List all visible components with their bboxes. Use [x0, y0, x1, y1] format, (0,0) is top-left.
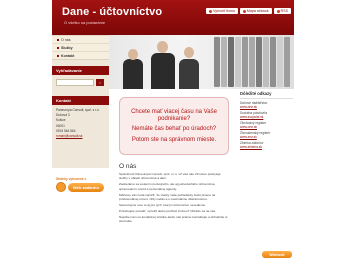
- links-heading: Dôležité odkazy: [240, 91, 293, 99]
- person-figure: [123, 59, 143, 89]
- link-url[interactable]: www.orsr.sk: [240, 125, 293, 129]
- callout-line-1: Chcete mať viacej času na Vaše podnikani…: [131, 109, 217, 122]
- about-paragraph: Samozrejme sme tu aj pre tých, ktorým úč…: [119, 202, 207, 207]
- top-link-label: RSS: [280, 9, 288, 13]
- site-header: Dane - účtovníctvo O všetko sa postaráme…: [52, 0, 294, 35]
- about-paragraph: Spoločnosť Paneuropa Consult, spol. s r.…: [119, 172, 221, 181]
- search-heading: Vyhľadávanie: [52, 66, 109, 75]
- person-figure: [151, 53, 175, 89]
- arrow-right-icon: ›: [99, 80, 101, 85]
- contact-heading: Kontakt: [52, 96, 109, 105]
- person-figure: [179, 59, 199, 89]
- link-url[interactable]: www.zbierka.sk: [240, 145, 293, 149]
- callout-line-3: Potom ste na správnom mieste.: [131, 136, 217, 143]
- link-item: Zbierka zákonov www.zbierka.sk: [240, 141, 293, 149]
- about-paragraph: Napíšte nám na kontaktnej stránke alebo …: [119, 214, 228, 224]
- about-text: Spoločnosť Paneuropa Consult, spol. s r.…: [119, 172, 229, 224]
- hero-image: [109, 35, 294, 89]
- binder-shelf-image: [214, 37, 294, 87]
- nav-item-services[interactable]: Služby: [52, 43, 109, 51]
- link-url[interactable]: www.zrsr.sk: [240, 135, 293, 139]
- create-icon-link[interactable]: Vytvoriť ikonu: [206, 8, 238, 14]
- top-link-label: Vytvoriť ikonu: [213, 9, 235, 13]
- link-item: Obchodný register www.orsr.sk: [240, 121, 293, 129]
- bullet-icon: [57, 54, 59, 57]
- link-item: Sociálna poisťovňa www.socpoist.sk: [240, 111, 293, 119]
- rss-link[interactable]: RSS: [273, 8, 291, 14]
- badge-caption: Stránky vytvorené v: [56, 177, 87, 181]
- bullet-icon: [57, 38, 59, 41]
- contact-email-link[interactable]: roman@consult.sk: [56, 134, 82, 138]
- left-sidebar: O nás Služby Kontakt Vyhľadávanie › Kont…: [52, 35, 109, 168]
- site-title[interactable]: Dane - účtovníctvo: [62, 6, 162, 18]
- rss-icon: [276, 9, 280, 13]
- link-item: Živnostenský register www.zrsr.sk: [240, 131, 293, 139]
- badge-body: Web zadarmo: [56, 182, 112, 192]
- webnode-footer-button[interactable]: Webnode: [262, 251, 292, 258]
- star-icon: [209, 9, 213, 13]
- search-button[interactable]: ›: [96, 79, 104, 86]
- search-box: ›: [52, 75, 109, 90]
- about-paragraph: Zaoberáme sa vedením podvojného, ale aj …: [119, 182, 216, 191]
- webnode-badge[interactable]: Stránky vytvorené v Web zadarmo: [56, 177, 112, 195]
- main-nav: O nás Služby Kontakt: [52, 35, 109, 60]
- top-links: Vytvoriť ikonu Mapa stránok RSS: [206, 8, 291, 14]
- promo-callout: Chcete mať viacej času na Vaše podnikani…: [119, 97, 229, 155]
- link-url[interactable]: www.drsr.sk: [240, 105, 293, 109]
- nav-item-about[interactable]: O nás: [52, 35, 109, 43]
- search-input[interactable]: [56, 79, 94, 86]
- link-url[interactable]: www.socpoist.sk: [240, 115, 293, 119]
- nav-item-contact[interactable]: Kontakt: [52, 51, 109, 59]
- nav-item-label: O nás: [61, 37, 71, 42]
- contact-info: Paneuropa Consult, spol. s r.o. Dubová 3…: [52, 105, 109, 142]
- bullet-icon: [57, 46, 59, 49]
- nav-item-label: Služby: [61, 45, 73, 50]
- page-title: O nás: [119, 163, 137, 170]
- link-item: Daňové riaditeľstvo www.drsr.sk: [240, 101, 293, 109]
- about-paragraph: Potrebujete poradiť, vyriešiť alebo preč…: [119, 208, 216, 213]
- important-links-panel: Dôležité odkazy Daňové riaditeľstvo www.…: [239, 89, 294, 199]
- sitemap-link[interactable]: Mapa stránok: [239, 8, 272, 14]
- nav-item-label: Kontakt: [61, 53, 75, 58]
- site-subtitle: O všetko sa postaráme: [64, 20, 106, 25]
- top-link-label: Mapa stránok: [246, 9, 269, 13]
- callout-line-2: Nemáte čas behať po úradoch?: [131, 126, 217, 132]
- free-web-button[interactable]: Web zadarmo: [68, 182, 104, 192]
- webnode-logo-icon: [56, 182, 66, 192]
- sitemap-icon: [242, 9, 246, 13]
- main-content: Chcete mať viacej času na Vaše podnikani…: [109, 89, 239, 259]
- about-paragraph: Môžeme vám teda zaručiť, že všetky vaše …: [119, 192, 216, 202]
